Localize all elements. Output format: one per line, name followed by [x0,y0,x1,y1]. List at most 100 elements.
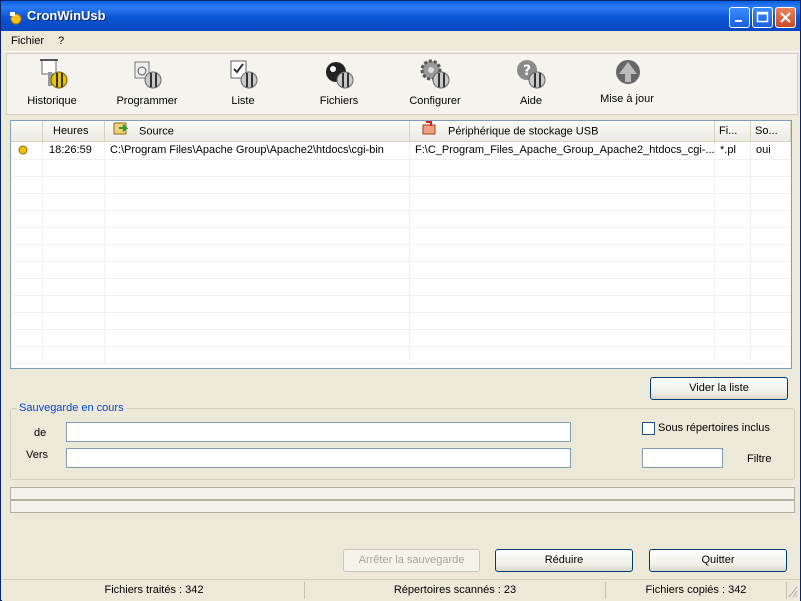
grid-line [750,278,751,295]
grid-line [42,176,43,193]
grid-line [750,244,751,261]
status-files-processed: Fichiers traités : 342 [4,582,305,599]
grid-line [42,346,43,363]
app-window: CronWinUsb Fichier ? Historique Programm… [0,0,801,601]
column-header-source-label: Source [139,125,174,138]
grid-line [104,295,105,312]
toolbar-label: Mise à jour [600,93,654,105]
empty-row [11,261,791,279]
schedule-icon [131,58,165,92]
grid-line [714,176,715,193]
grid-line [104,329,105,346]
empty-row [11,312,791,330]
table-row[interactable]: 18:26:59 C:\Program Files\Apache Group\A… [11,142,791,160]
grid-line [409,346,410,363]
menu-help[interactable]: ? [58,35,64,47]
column-header-status[interactable] [11,121,43,141]
subdirs-checkbox[interactable] [642,422,655,435]
grid-line [409,278,410,295]
from-path-field[interactable] [66,422,571,442]
column-header-heures[interactable]: Heures [43,121,105,141]
grid-line [409,329,410,346]
grid-line [714,329,715,346]
grid-line [750,193,751,210]
toolbar-liste-button[interactable]: Liste [203,56,283,112]
empty-row [11,176,791,194]
grid-line [409,244,410,261]
grid-line [714,227,715,244]
toolbar-label: Programmer [116,95,178,107]
grid-line [42,244,43,261]
grid-line [714,244,715,261]
subdirs-label: Sous répertoires inclus [658,422,770,434]
to-label: Vers [26,449,49,461]
window-title: CronWinUsb [27,8,106,23]
grid-line [714,210,715,227]
grid-line [714,278,715,295]
grid-line [409,176,410,193]
toolbar-aide-button[interactable]: ? Aide [491,56,571,112]
toolbar-configurer-button[interactable]: Configurer [395,56,475,112]
empty-row [11,346,791,364]
grid-line [104,176,105,193]
status-dirs-scanned: Répertoires scannés : 23 [305,582,606,599]
row-subdirs: oui [751,142,791,159]
status-files-copied: Fichiers copiés : 342 [606,582,787,599]
menu-fichier[interactable]: Fichier [11,35,44,47]
resize-grip-icon[interactable] [788,586,798,601]
grid-line [750,261,751,278]
grid-line [42,278,43,295]
empty-row [11,329,791,347]
source-icon [113,121,129,141]
row-status-icon [11,142,43,159]
progress-bar-current [10,500,795,513]
grid-line [409,193,410,210]
grid-line [104,159,105,176]
column-header-subdirs[interactable]: So... [751,121,791,141]
to-path-field[interactable] [66,448,571,468]
title-bar[interactable]: CronWinUsb [1,1,800,31]
quit-button[interactable]: Quitter [649,549,787,572]
from-label: de [34,427,47,439]
toolbar-label: Historique [27,95,77,107]
grid-line [42,159,43,176]
files-icon [323,58,357,92]
toolbar-fichiers-button[interactable]: Fichiers [299,56,379,112]
toolbar-programmer-button[interactable]: Programmer [107,56,187,112]
toolbar-label: Liste [231,95,255,107]
grid-line [409,295,410,312]
toolbar-mise-a-jour-button[interactable]: Mise à jour [587,56,667,112]
maximize-window-button[interactable] [752,7,773,28]
column-header-source[interactable]: Source [105,121,410,141]
grid-line [42,227,43,244]
grid-line [104,210,105,227]
row-filter: *.pl [715,142,751,159]
grid-line [714,312,715,329]
column-header-filter[interactable]: Fi... [715,121,751,141]
grid-line [409,210,410,227]
clear-list-button[interactable]: Vider la liste [650,377,788,400]
toolbar-historique-button[interactable]: Historique [12,56,92,112]
filter-field[interactable] [642,448,723,468]
close-window-button[interactable] [775,7,796,28]
grid-line [409,227,410,244]
toolbar-label: Fichiers [319,95,359,107]
minimize-to-tray-button[interactable]: Réduire [495,549,633,572]
empty-row [11,244,791,262]
empty-row [11,159,791,177]
grid-line [42,210,43,227]
grid-line [409,261,410,278]
empty-row [11,210,791,228]
grid-line [42,261,43,278]
status-bar: Fichiers traités : 342 Répertoires scann… [2,579,800,601]
grid-line [714,193,715,210]
column-header-usb[interactable]: Périphérique de stockage USB [410,121,715,141]
help-icon: ? [515,58,549,92]
row-usb-path: F:\C_Program_Files_Apache_Group_Apache2_… [410,142,715,159]
grid-line [750,210,751,227]
schedule-list[interactable]: Heures Source Périphérique de stockage U… [10,120,792,369]
grid-line [714,295,715,312]
minimize-window-button[interactable] [729,7,750,28]
grid-line [750,176,751,193]
stop-backup-button[interactable]: Arrêter la sauvegarde [343,549,480,572]
